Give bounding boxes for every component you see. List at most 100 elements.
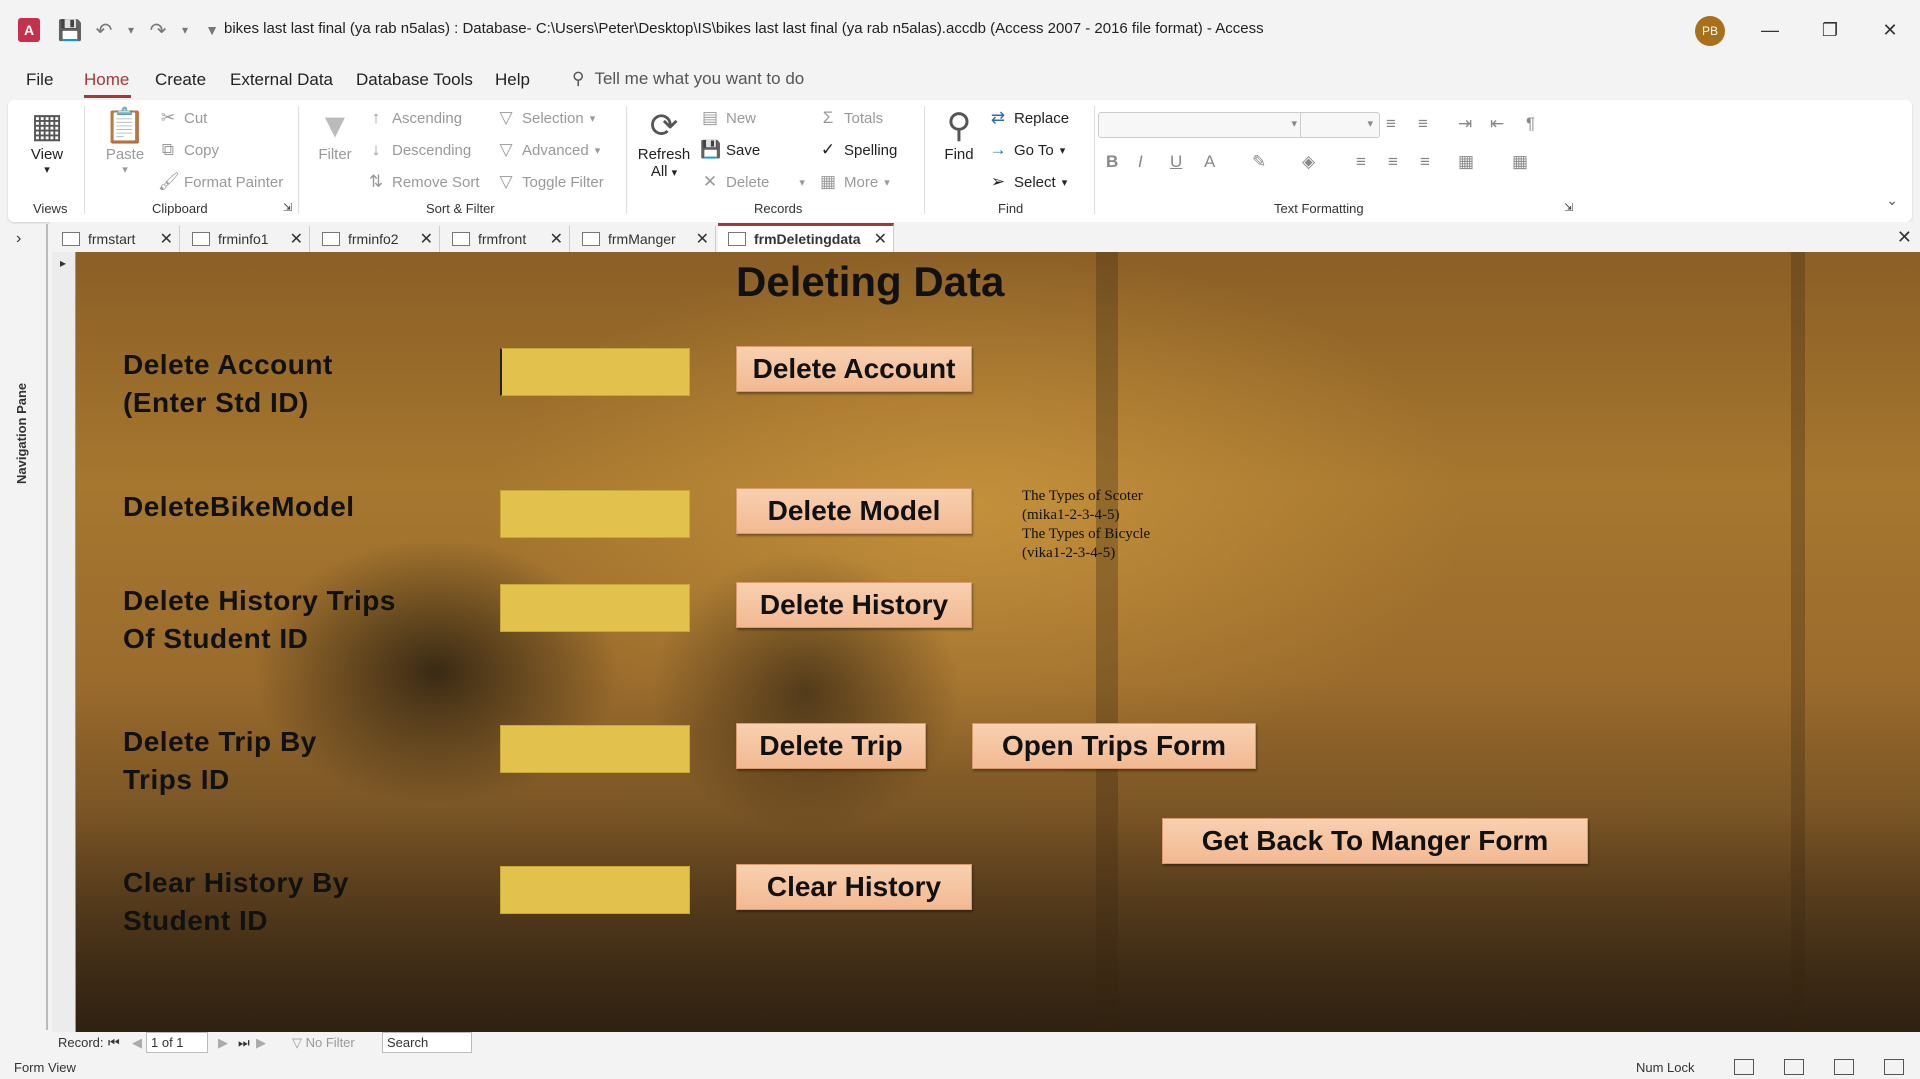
bold-icon[interactable]: B xyxy=(1106,152,1118,172)
format-painter-button[interactable]: 🖌 Format Painter xyxy=(158,172,283,192)
new-blank-record-icon[interactable]: ▶ xyxy=(256,1035,266,1051)
clipboard-launcher-icon[interactable]: ⇲ xyxy=(283,201,292,214)
datasheet-view-icon[interactable] xyxy=(1784,1059,1804,1075)
open-trips-form-button[interactable]: Open Trips Form xyxy=(972,723,1256,769)
more-button[interactable]: ▦ More ▾ xyxy=(818,172,890,192)
font-size-combo[interactable]: ▾ xyxy=(1300,112,1380,138)
highlight-icon[interactable]: ✎ xyxy=(1252,152,1266,172)
last-record-icon[interactable]: ⏭ xyxy=(238,1035,250,1051)
underline-icon[interactable]: U xyxy=(1170,152,1182,172)
filter-button[interactable]: ▼ Filter xyxy=(310,106,360,163)
decrease-indent-icon[interactable]: ⇤ xyxy=(1490,114,1504,134)
select-button[interactable]: ➢ Select ▾ xyxy=(988,172,1067,192)
numbering-icon[interactable]: ≡ xyxy=(1418,114,1428,134)
save-record-button[interactable]: 💾 Save xyxy=(700,140,760,160)
restore-icon[interactable]: ❐ xyxy=(1810,14,1850,46)
menu-external-data[interactable]: External Data xyxy=(230,70,333,90)
avatar[interactable]: PB xyxy=(1695,16,1725,46)
remove-sort-button[interactable]: ⇅ Remove Sort xyxy=(366,172,480,192)
replace-button[interactable]: ⇄ Replace xyxy=(988,108,1069,128)
toggle-filter-button[interactable]: ▽ Toggle Filter xyxy=(496,172,603,192)
design-view-icon[interactable] xyxy=(1884,1059,1904,1075)
font-color-icon[interactable]: A xyxy=(1204,152,1215,172)
paragraph-direction-icon[interactable]: ¶ xyxy=(1526,114,1535,134)
paste-button[interactable]: 📋 Paste ▾ xyxy=(100,106,150,176)
view-button[interactable]: ▦ View ▾ xyxy=(22,106,72,176)
menu-create[interactable]: Create xyxy=(155,70,206,90)
menu-database-tools[interactable]: Database Tools xyxy=(356,70,473,90)
redo-dropdown-icon[interactable]: ▾ xyxy=(180,16,190,44)
first-record-icon[interactable]: ⏮ xyxy=(108,1035,120,1051)
tab-frmfront[interactable]: frmfront ✕ xyxy=(442,226,570,252)
close-tab-icon[interactable]: ✕ xyxy=(290,229,303,249)
close-tab-icon[interactable]: ✕ xyxy=(696,229,709,249)
close-tab-icon[interactable]: ✕ xyxy=(874,229,887,249)
menu-home[interactable]: Home xyxy=(84,70,129,90)
previous-record-icon[interactable]: ◀ xyxy=(132,1035,142,1051)
undo-icon[interactable]: ↶ xyxy=(92,16,116,44)
collapse-ribbon-icon[interactable]: ⌄ xyxy=(1886,192,1898,209)
tab-frmstart[interactable]: frmstart ✕ xyxy=(52,226,180,252)
redo-icon[interactable]: ↷ xyxy=(146,16,170,44)
increase-indent-icon[interactable]: ⇥ xyxy=(1458,114,1472,134)
form-view-icon[interactable] xyxy=(1734,1059,1754,1075)
clear-history-button[interactable]: Clear History xyxy=(736,864,972,910)
text-formatting-launcher-icon[interactable]: ⇲ xyxy=(1564,201,1573,214)
italic-icon[interactable]: I xyxy=(1138,152,1143,172)
refresh-all-button[interactable]: ⟳ Refresh All ▾ xyxy=(636,106,692,180)
record-selector[interactable]: ▸ xyxy=(52,252,76,1032)
go-to-button[interactable]: → Go To ▾ xyxy=(988,140,1066,160)
copy-button[interactable]: ⧉ Copy xyxy=(158,140,219,160)
align-left-icon[interactable]: ≡ xyxy=(1356,152,1366,172)
totals-button[interactable]: Σ Totals xyxy=(818,108,883,128)
gridlines-icon[interactable]: ▦ xyxy=(1512,152,1528,172)
delete-history-button[interactable]: Delete History xyxy=(736,582,972,628)
clear-history-input[interactable] xyxy=(500,866,690,914)
tab-frminfo2[interactable]: frminfo2 ✕ xyxy=(312,226,440,252)
undo-dropdown-icon[interactable]: ▾ xyxy=(126,16,136,44)
delete-account-button[interactable]: Delete Account xyxy=(736,346,972,392)
record-search-input[interactable]: Search xyxy=(382,1032,472,1053)
align-center-icon[interactable]: ≡ xyxy=(1388,152,1398,172)
record-position-input[interactable]: 1 of 1 xyxy=(146,1032,208,1053)
no-filter-indicator[interactable]: ▽ No Filter xyxy=(292,1035,355,1051)
layout-view-icon[interactable] xyxy=(1834,1059,1854,1075)
back-to-manager-button[interactable]: Get Back To Manger Form xyxy=(1162,818,1588,864)
navigation-pane[interactable]: › Navigation Pane xyxy=(0,224,48,1030)
find-button[interactable]: ⚲ Find xyxy=(934,106,984,163)
delete-record-button[interactable]: ✕ Delete ▾ xyxy=(700,172,805,192)
menu-help[interactable]: Help xyxy=(495,70,530,90)
tell-me-box[interactable]: ⚲ Tell me what you want to do xyxy=(572,69,804,89)
delete-history-input[interactable] xyxy=(500,584,690,632)
delete-model-input[interactable] xyxy=(500,490,690,538)
delete-model-button[interactable]: Delete Model xyxy=(736,488,972,534)
menu-file[interactable]: File xyxy=(26,70,53,90)
customize-qat-icon[interactable]: ▼ xyxy=(200,16,224,44)
close-document-icon[interactable]: ✕ xyxy=(1897,227,1912,248)
expand-nav-icon[interactable]: › xyxy=(16,230,21,248)
advanced-button[interactable]: ▽ Advanced ▾ xyxy=(496,140,600,160)
alternate-row-color-icon[interactable]: ▦ xyxy=(1458,152,1474,172)
cut-button[interactable]: ✂ Cut xyxy=(158,108,207,128)
delete-account-input[interactable] xyxy=(500,348,690,396)
ascending-button[interactable]: ↑ Ascending xyxy=(366,108,462,128)
next-record-icon[interactable]: ▶ xyxy=(218,1035,228,1051)
minimize-icon[interactable]: — xyxy=(1750,14,1790,46)
save-icon[interactable]: 💾 xyxy=(58,16,83,44)
delete-trip-input[interactable] xyxy=(500,725,690,773)
fill-color-icon[interactable]: ◈ xyxy=(1302,152,1315,172)
descending-button[interactable]: ↓ Descending xyxy=(366,140,471,160)
align-right-icon[interactable]: ≡ xyxy=(1420,152,1430,172)
close-tab-icon[interactable]: ✕ xyxy=(420,229,433,249)
close-window-icon[interactable]: ✕ xyxy=(1870,14,1910,46)
tab-frmmanger[interactable]: frmManger ✕ xyxy=(572,226,716,252)
close-tab-icon[interactable]: ✕ xyxy=(550,229,563,249)
close-tab-icon[interactable]: ✕ xyxy=(160,229,173,249)
tab-frminfo1[interactable]: frminfo1 ✕ xyxy=(182,226,310,252)
delete-trip-button[interactable]: Delete Trip xyxy=(736,723,926,769)
spelling-button[interactable]: ✓ Spelling xyxy=(818,140,898,160)
font-family-combo[interactable]: ▾ xyxy=(1098,112,1304,138)
bullets-icon[interactable]: ≡ xyxy=(1386,114,1396,134)
new-record-button[interactable]: ▤ New xyxy=(700,108,756,128)
tab-frmdeletingdata[interactable]: frmDeletingdata ✕ xyxy=(718,223,894,252)
